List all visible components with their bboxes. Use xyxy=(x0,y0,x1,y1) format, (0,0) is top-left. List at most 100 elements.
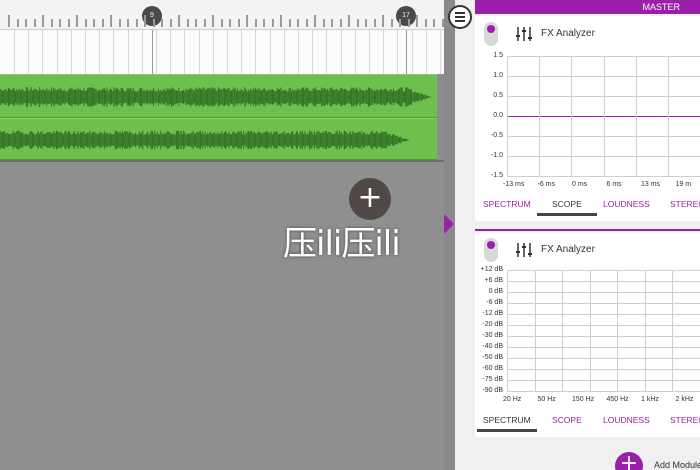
active-tab-indicator xyxy=(537,213,597,216)
x-axis-label: 0 ms xyxy=(572,181,588,188)
x-axis-label: 450 Hz xyxy=(606,396,629,403)
grid-line xyxy=(241,30,243,74)
graph-gridline xyxy=(507,281,700,282)
tab-stereo[interactable]: STEREO xyxy=(670,199,700,209)
y-axis-label: -75 dB xyxy=(482,376,503,383)
y-axis-label: +12 dB xyxy=(480,266,503,273)
ruler-tick xyxy=(433,19,435,27)
y-axis-label: -6 dB xyxy=(486,299,503,306)
ruler-tick xyxy=(348,15,350,27)
spectrum-graph xyxy=(507,270,700,392)
ruler-tick xyxy=(195,19,197,27)
grid-line xyxy=(255,30,257,74)
ruler-tick xyxy=(314,15,316,27)
grid-line xyxy=(326,30,328,74)
graph-gridline xyxy=(571,56,573,176)
tab-spectrum[interactable]: SPECTRUM xyxy=(483,199,531,209)
track-arrangement[interactable]: 9 17 + 压ili压ili xyxy=(0,0,444,470)
grid-line xyxy=(425,30,427,74)
ruler-tick xyxy=(110,15,112,27)
ruler-tick xyxy=(254,19,257,27)
x-axis-label: 2 kHz xyxy=(675,396,694,403)
graph-gridline xyxy=(507,270,700,271)
ruler-tick xyxy=(25,19,27,27)
watermark: 压ili压ili xyxy=(283,224,401,264)
ruler-tick xyxy=(118,19,121,27)
ruler-tick xyxy=(365,19,367,27)
tab-loudness[interactable]: LOUDNESS xyxy=(603,199,650,209)
grid-line xyxy=(227,30,228,74)
tab-scope[interactable]: SCOPE xyxy=(552,199,582,209)
equalizer-icon[interactable] xyxy=(515,25,533,43)
ruler-tick xyxy=(212,15,214,27)
graph-gridline xyxy=(507,336,700,337)
graph-gridline xyxy=(507,270,508,391)
module-enable-toggle[interactable] xyxy=(484,238,498,262)
grid-line xyxy=(184,30,186,74)
master-fx-panel: MASTER FX Analyzer 1.5 1.0 0.5 0.0 -0.5 -1.0 -… xyxy=(455,0,700,470)
grid-line xyxy=(397,30,399,74)
tab-loudness[interactable]: LOUDNESS xyxy=(603,415,650,425)
grid-line xyxy=(56,30,58,74)
ruler-tick xyxy=(356,19,359,27)
graph-gridline xyxy=(672,270,674,391)
timeline-ruler[interactable]: 9 17 xyxy=(0,0,444,30)
y-axis-label: -0.5 xyxy=(490,132,503,139)
y-axis-label: -12 dB xyxy=(482,310,503,317)
ruler-tick xyxy=(220,19,223,27)
ruler-tick xyxy=(169,19,172,27)
y-axis-label: 1.5 xyxy=(493,52,503,59)
analyzer-tabs: SPECTRUM SCOPE LOUDNESS STEREO xyxy=(475,196,700,216)
grid-line xyxy=(14,30,15,74)
tab-scope[interactable]: SCOPE xyxy=(552,415,582,425)
module-title: FX Analyzer xyxy=(541,28,595,39)
waveform xyxy=(0,130,410,150)
y-axis-label: -40 dB xyxy=(482,343,503,350)
ruler-tick xyxy=(382,15,384,27)
graph-gridline xyxy=(507,391,700,392)
menu-icon[interactable] xyxy=(448,5,472,29)
y-axis-label: 0 dB xyxy=(488,288,503,295)
grid-line xyxy=(354,30,356,74)
graph-gridline xyxy=(507,369,700,370)
daw-screen: 9 17 + 压ili压ili MASTER FX Analyzer 1.5 1… xyxy=(0,0,700,470)
tab-spectrum[interactable]: SPECTRUM xyxy=(483,415,531,425)
ruler-tick xyxy=(441,19,444,27)
equalizer-icon[interactable] xyxy=(515,241,533,259)
x-axis-label: 6 ms xyxy=(606,181,622,188)
add-track-button[interactable]: + xyxy=(349,178,391,220)
ruler-tick xyxy=(203,19,206,27)
audio-clip-1[interactable] xyxy=(0,74,437,118)
ruler-tick xyxy=(8,15,10,27)
y-axis-label: 1.0 xyxy=(493,72,503,79)
collapse-arrow-icon[interactable] xyxy=(444,214,454,234)
active-tab-indicator xyxy=(477,429,537,432)
audio-clip-2[interactable] xyxy=(0,118,437,160)
module-enable-toggle[interactable] xyxy=(484,22,498,46)
graph-gridline xyxy=(507,176,700,177)
ruler-tick xyxy=(271,19,274,27)
ruler-tick xyxy=(42,15,44,27)
graph-gridline xyxy=(635,56,637,176)
grid-line xyxy=(383,30,385,74)
tab-stereo[interactable]: STEREO xyxy=(670,415,700,425)
y-axis-label: +6 dB xyxy=(484,277,504,284)
grid-line xyxy=(127,30,129,74)
grid-line xyxy=(283,30,285,74)
module-divider xyxy=(475,229,700,231)
grid-line xyxy=(411,30,413,74)
grid-line xyxy=(369,30,370,74)
ruler-tick xyxy=(67,19,70,27)
grid-line xyxy=(170,30,172,74)
ruler-tick xyxy=(297,19,299,27)
grid-line xyxy=(212,30,214,74)
y-axis-label: 0.5 xyxy=(493,92,503,99)
y-axis-label: -1.0 xyxy=(490,152,503,159)
x-axis-label: 13 ms xyxy=(641,181,661,188)
ruler-tick xyxy=(229,19,231,27)
graph-gridline xyxy=(589,270,591,391)
x-axis-label: 50 Hz xyxy=(537,396,556,403)
grid-line xyxy=(440,30,441,74)
ruler-tick xyxy=(237,19,240,27)
y-axis-label: -60 dB xyxy=(482,365,503,372)
